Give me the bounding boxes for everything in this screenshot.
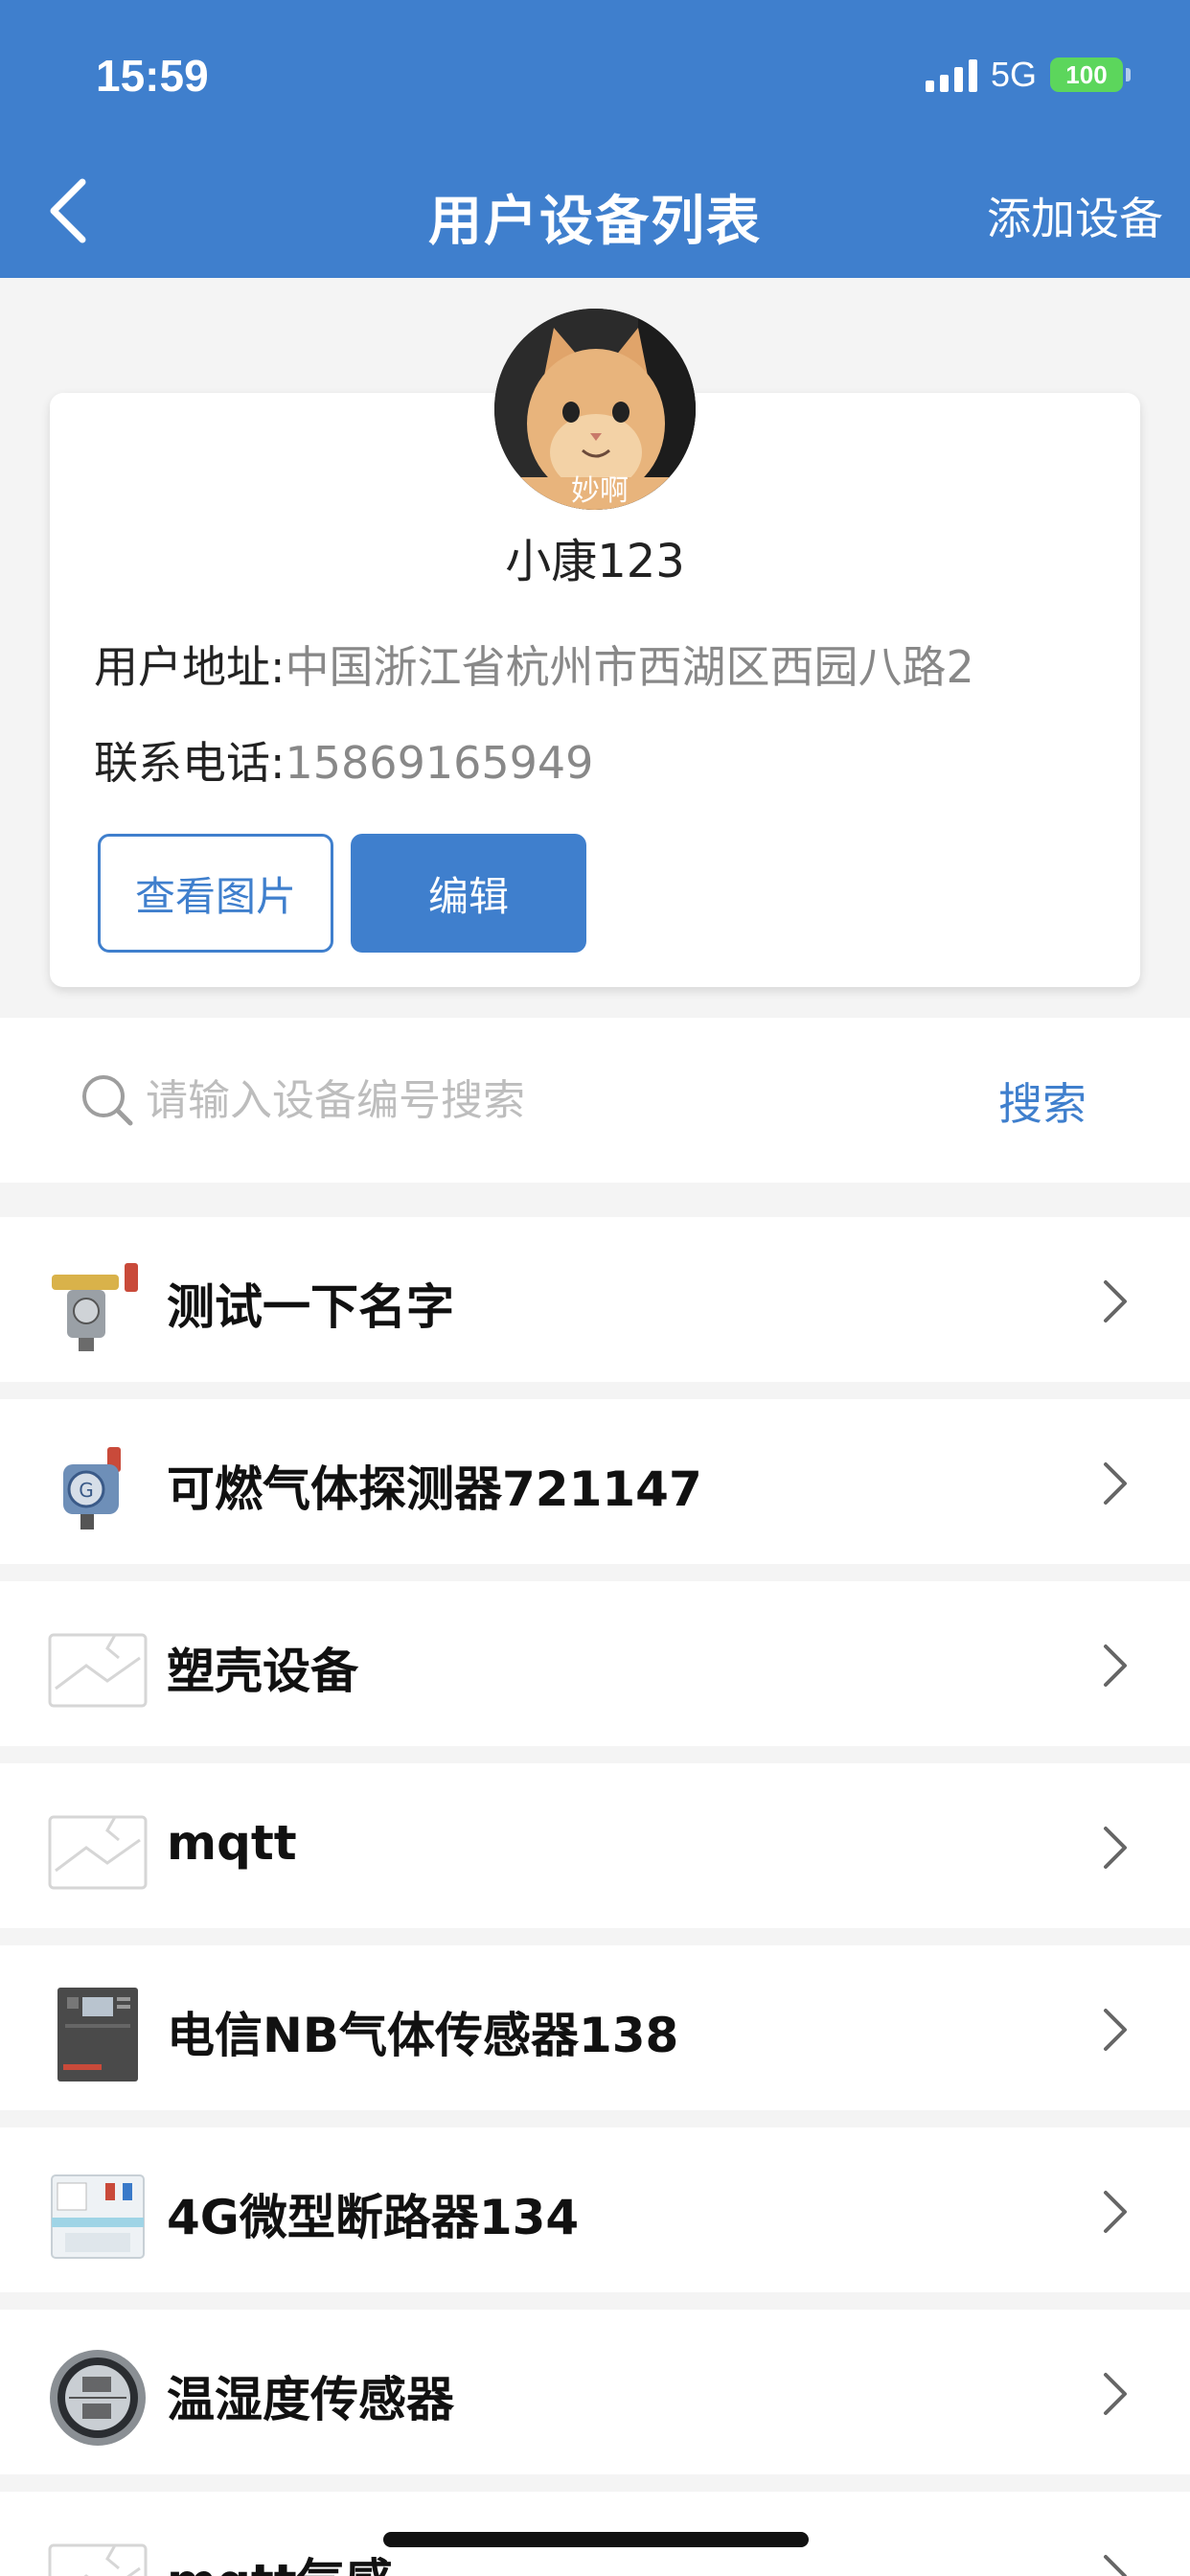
home-indicator bbox=[383, 2532, 809, 2547]
device-name: 塑壳设备 bbox=[167, 1644, 358, 1699]
search-input[interactable] bbox=[146, 1066, 931, 1135]
device-item[interactable]: 电信NB气体传感器138 bbox=[0, 1945, 1190, 2110]
user-name: 小康123 bbox=[505, 535, 685, 588]
device-name: 测试一下名字 bbox=[167, 1279, 454, 1335]
image-placeholder-icon bbox=[48, 1815, 148, 1890]
device-item[interactable]: 塑壳设备 bbox=[0, 1581, 1190, 1746]
image-placeholder-icon bbox=[48, 1633, 148, 1708]
battery-level: 100 bbox=[1050, 58, 1123, 92]
chevron-right-icon bbox=[1104, 2373, 1127, 2415]
chevron-right-icon bbox=[1104, 1462, 1127, 1505]
gas-detector-icon bbox=[52, 1263, 138, 1351]
device-name: 可燃气体探测器721147 bbox=[167, 1461, 702, 1517]
device-item[interactable]: mqtt bbox=[0, 1763, 1190, 1928]
device-item[interactable]: G 可燃气体探测器721147 bbox=[0, 1399, 1190, 1564]
avatar: 妙啊 bbox=[494, 309, 696, 510]
address-value: 中国浙江省杭州市西湖区西园八路2 bbox=[285, 641, 974, 693]
address-row: 用户地址:中国浙江省杭州市西湖区西园八路2 bbox=[94, 632, 974, 696]
image-placeholder-icon bbox=[48, 2543, 148, 2576]
phone-value: 15869165949 bbox=[285, 737, 594, 789]
device-item[interactable]: 测试一下名字 bbox=[0, 1217, 1190, 1382]
gas-detector-icon: G bbox=[63, 1447, 121, 1530]
search-bar: 搜索 bbox=[0, 1018, 1190, 1183]
device-name: 4G微型断路器134 bbox=[167, 2190, 580, 2245]
circuit-breaker-icon bbox=[51, 2174, 145, 2259]
svg-text:G: G bbox=[79, 1479, 94, 1502]
chevron-right-icon bbox=[1104, 2555, 1127, 2576]
phone-row: 联系电话:15869165949 bbox=[94, 728, 593, 792]
thermo-hygrometer-icon bbox=[50, 2350, 146, 2446]
chevron-right-icon bbox=[1104, 1827, 1127, 1869]
device-name: mqtt气感 bbox=[167, 2543, 393, 2576]
network-label: 5G bbox=[990, 55, 1037, 94]
search-icon bbox=[82, 1075, 133, 1126]
status-icons: 5G 100 bbox=[925, 54, 1131, 96]
signal-icon bbox=[925, 58, 977, 92]
edit-button[interactable]: 编辑 bbox=[351, 834, 586, 953]
chevron-right-icon bbox=[1104, 2009, 1127, 2051]
app-header: 15:59 5G 100 用户设备列表 添加设备 bbox=[0, 0, 1190, 278]
device-name: mqtt bbox=[167, 1815, 297, 1871]
device-item[interactable]: 4G微型断路器134 bbox=[0, 2128, 1190, 2292]
device-name: 温湿度传感器 bbox=[167, 2372, 454, 2427]
status-time: 15:59 bbox=[96, 51, 209, 101]
control-panel-icon bbox=[57, 1988, 138, 2082]
search-button[interactable]: 搜索 bbox=[998, 1070, 1087, 1133]
device-name: 电信NB气体传感器138 bbox=[167, 2008, 679, 2063]
device-item[interactable]: 温湿度传感器 bbox=[0, 2310, 1190, 2474]
chevron-right-icon bbox=[1104, 1644, 1127, 1687]
battery-icon: 100 bbox=[1050, 58, 1131, 92]
view-photos-button[interactable]: 查看图片 bbox=[98, 834, 333, 953]
chevron-right-icon bbox=[1104, 1280, 1127, 1322]
add-device-button[interactable]: 添加设备 bbox=[987, 184, 1163, 247]
phone-label: 联系电话: bbox=[94, 737, 286, 789]
avatar-caption: 妙啊 bbox=[571, 474, 629, 508]
cat-avatar-image: 妙啊 bbox=[494, 309, 696, 510]
address-label: 用户地址: bbox=[94, 641, 286, 693]
chevron-right-icon bbox=[1104, 2191, 1127, 2233]
